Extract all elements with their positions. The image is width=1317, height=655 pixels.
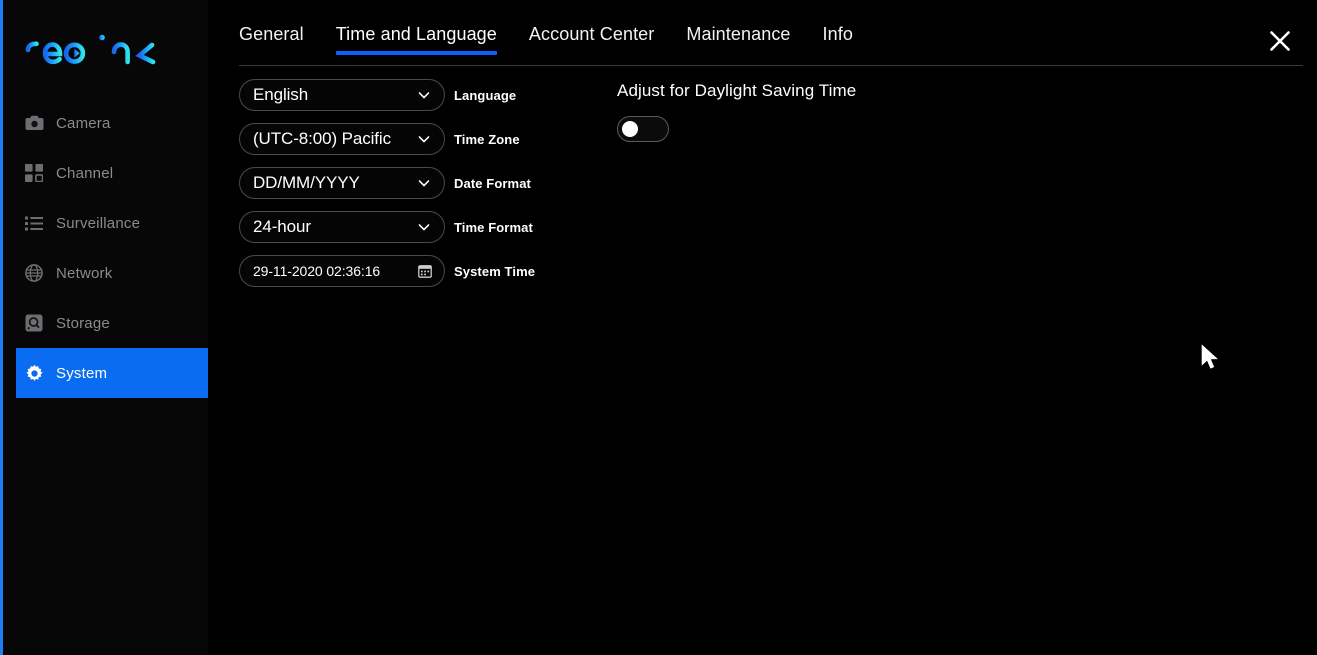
field-row-timezone: (UTC-8:00) Pacific Time Zone: [239, 123, 535, 155]
grid-icon: [24, 163, 44, 183]
tabbar-divider: [239, 65, 1303, 66]
sidebar-item-channel[interactable]: Channel: [0, 148, 208, 198]
chevron-down-icon: [417, 88, 431, 102]
close-icon: [1270, 31, 1290, 51]
tab-label: General: [239, 24, 304, 44]
globe-icon: [24, 263, 44, 283]
toggle-knob: [622, 121, 638, 137]
list-icon: [24, 213, 44, 233]
chevron-down-icon: [417, 132, 431, 146]
field-row-date-format: DD/MM/YYYY Date Format: [239, 167, 535, 199]
close-button[interactable]: [1265, 26, 1295, 56]
active-tab-underline: [335, 51, 497, 55]
time-format-value: 24-hour: [253, 217, 311, 236]
timezone-label: Time Zone: [454, 131, 520, 147]
tab-label: Info: [822, 24, 853, 44]
tab-label: Account Center: [528, 24, 655, 44]
daylight-saving-section: Adjust for Daylight Saving Time: [617, 81, 856, 142]
sidebar-item-storage[interactable]: Storage: [0, 298, 208, 348]
sidebar-item-label: Camera: [56, 114, 111, 132]
system-time-label: System Time: [454, 263, 536, 279]
field-row-system-time: 29-11-2020 02:36:16 System Time: [239, 255, 535, 287]
field-row-time-format: 24-hour Time Format: [239, 211, 535, 243]
gear-icon: [24, 363, 44, 383]
sidebar-item-surveillance[interactable]: Surveillance: [0, 198, 208, 248]
field-row-language: English Language: [239, 79, 535, 111]
camera-icon: [24, 113, 44, 133]
reolink-settings-window: Camera Channel Surveillance Network Stor…: [0, 0, 1317, 655]
settings-tabs: General Time and Language Account Center…: [239, 24, 869, 55]
tab-info[interactable]: Info: [807, 24, 869, 55]
tab-maintenance[interactable]: Maintenance: [670, 24, 806, 55]
chevron-down-icon: [417, 220, 431, 234]
daylight-saving-title: Adjust for Daylight Saving Time: [617, 81, 857, 100]
chevron-down-icon: [417, 176, 431, 190]
timezone-dropdown[interactable]: (UTC-8:00) Pacific: [239, 123, 445, 155]
sidebar-nav: Camera Channel Surveillance Network Stor…: [0, 98, 208, 398]
tab-label: Time and Language: [335, 24, 497, 44]
hard-drive-icon: [24, 313, 44, 333]
mouse-cursor: [1201, 344, 1221, 372]
sidebar-item-label: Network: [56, 264, 113, 282]
time-format-label: Time Format: [454, 219, 533, 235]
system-time-value: 29-11-2020 02:36:16: [253, 263, 381, 279]
calendar-icon[interactable]: [418, 264, 432, 278]
tab-time-and-language[interactable]: Time and Language: [320, 24, 513, 55]
sidebar-item-label: Storage: [56, 314, 110, 332]
language-value: English: [253, 85, 309, 104]
sidebar-item-label: System: [56, 364, 108, 382]
window-left-edge-accent: [0, 0, 3, 655]
sidebar-item-network[interactable]: Network: [0, 248, 208, 298]
sidebar-item-camera[interactable]: Camera: [0, 98, 208, 148]
daylight-saving-toggle[interactable]: [617, 116, 669, 142]
tab-general[interactable]: General: [239, 24, 320, 55]
main-panel: General Time and Language Account Center…: [208, 0, 1317, 655]
time-format-dropdown[interactable]: 24-hour: [239, 211, 445, 243]
date-format-value: DD/MM/YYYY: [253, 173, 360, 192]
sidebar-item-label: Channel: [56, 164, 114, 182]
sidebar-item-label: Surveillance: [56, 214, 141, 232]
language-dropdown[interactable]: English: [239, 79, 445, 111]
sidebar-item-system[interactable]: System: [16, 348, 208, 398]
time-language-form: English Language (UTC-8:00) Pacific Time…: [239, 79, 535, 299]
tab-label: Maintenance: [686, 24, 791, 44]
timezone-value: (UTC-8:00) Pacific: [253, 129, 392, 148]
date-format-dropdown[interactable]: DD/MM/YYYY: [239, 167, 445, 199]
reolink-logo: [22, 26, 172, 70]
language-label: Language: [454, 87, 517, 103]
sidebar: Camera Channel Surveillance Network Stor…: [0, 0, 208, 655]
date-format-label: Date Format: [454, 175, 531, 191]
tab-account-center[interactable]: Account Center: [513, 24, 670, 55]
system-time-field[interactable]: 29-11-2020 02:36:16: [239, 255, 445, 287]
